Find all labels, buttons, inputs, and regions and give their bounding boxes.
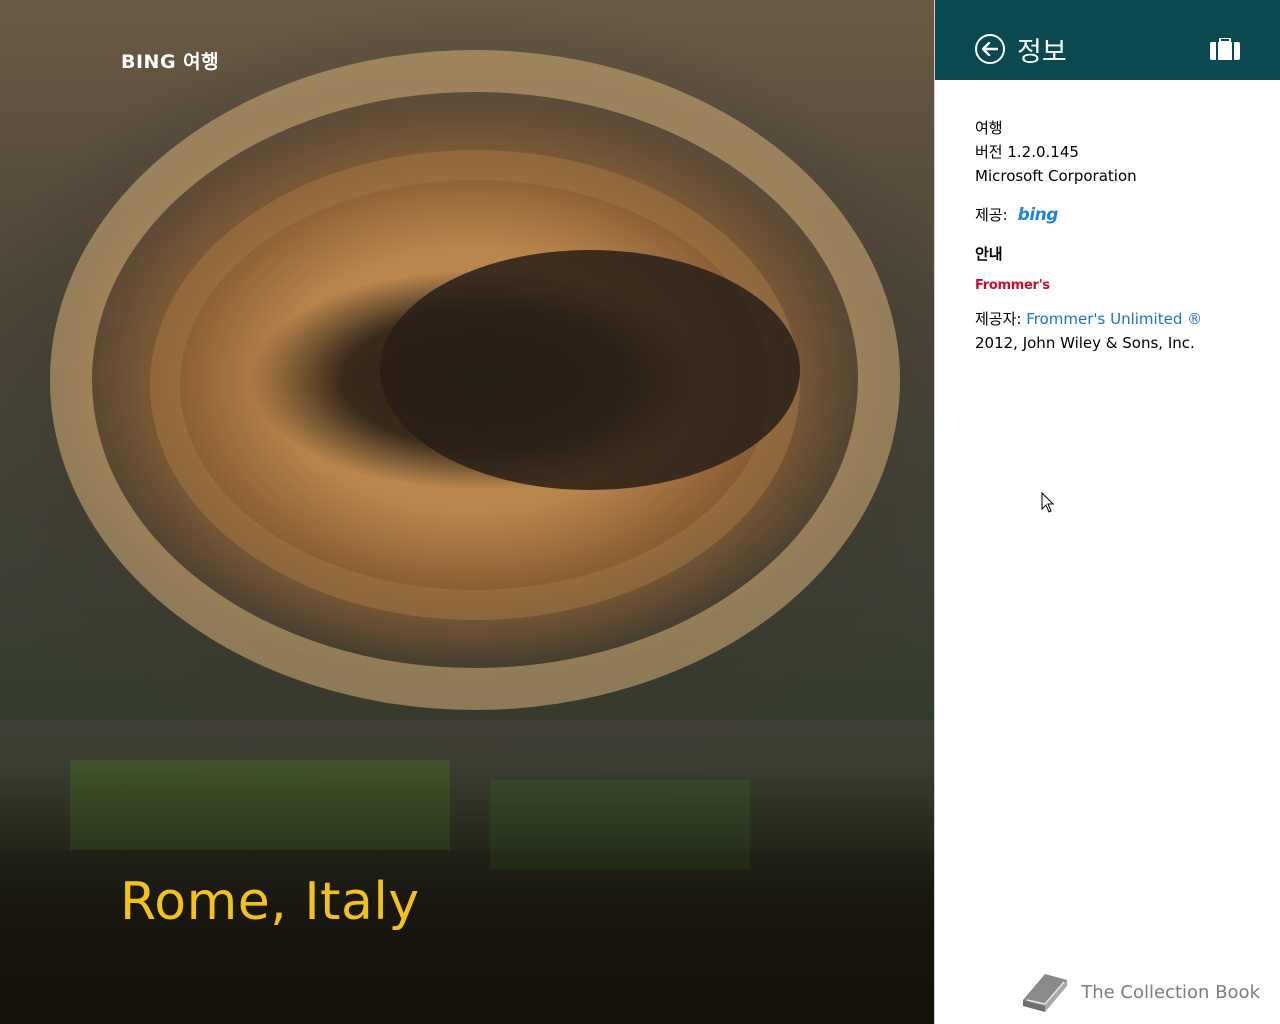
app-version: 버전 1.2.0.145 [975,143,1079,161]
credit-suffix: 2012, John Wiley & Sons, Inc. [975,334,1195,352]
app-brand: BING 여행 [121,51,220,73]
app-name: 여행 [975,119,1003,137]
colosseum-arena [380,250,800,490]
book-icon [1023,974,1068,1012]
back-arrow-circle-icon [982,42,998,56]
about-flyout: 정보 여행 버전 1.2.0.145 Microsoft Corporation… [934,0,1280,1024]
flyout-body: 여행 버전 1.2.0.145 Microsoft Corporation 제공… [935,80,1280,355]
suitcase-icon [1210,38,1240,60]
hero-image: BING 여행 Rome, Italy [0,0,934,1024]
place-title: Rome, Italy [120,872,420,932]
provided-by-label: 제공: [975,206,1008,224]
credit-prefix: 제공자: [975,310,1027,328]
guide-credit: 제공자: Frommer's Unlimited ® 2012, John Wi… [975,307,1245,355]
flyout-header: 정보 [935,0,1280,80]
bing-logo: bing [1017,204,1059,225]
guide-heading: 안내 [975,245,1003,263]
watermark: The Collection Book [1017,970,1260,1014]
flyout-title: 정보 [1017,37,1067,68]
frommers-logo: Frommer's [975,278,1050,293]
back-button[interactable] [975,34,1005,64]
app-publisher: Microsoft Corporation [975,167,1137,185]
watermark-text: The Collection Book [1081,981,1260,1003]
mouse-pointer-icon [1041,492,1055,513]
frommers-unlimited-link[interactable]: Frommer's Unlimited ® [1026,310,1202,328]
provided-by: 제공: bing [975,204,1280,225]
